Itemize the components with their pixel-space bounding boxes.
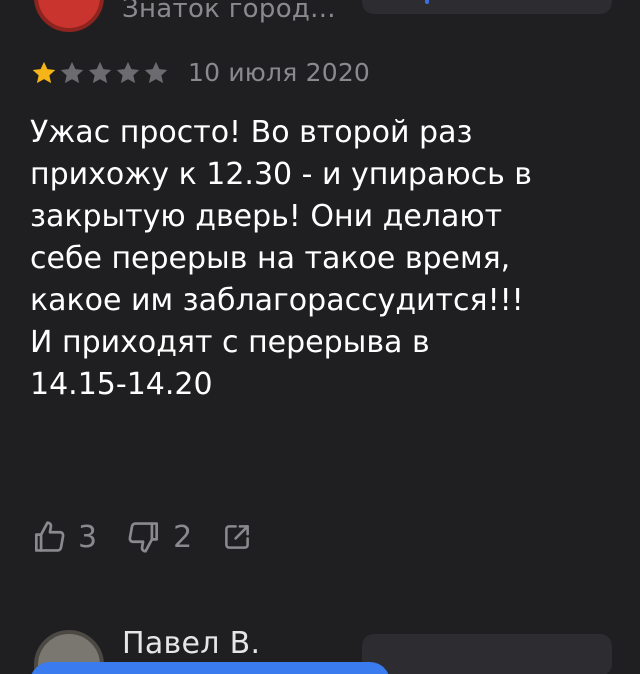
subscribe-button[interactable] [362, 0, 612, 14]
thumbs-down-icon [128, 522, 159, 553]
subscribe-button-mark [425, 0, 429, 4]
share-button[interactable] [220, 520, 254, 554]
like-button[interactable]: 3 [30, 518, 97, 556]
reviews-screen: Знаток город... 10 июля 2020 Ужас просто… [0, 0, 640, 674]
star-filled-icon [32, 61, 56, 83]
author-avatar[interactable] [34, 0, 104, 32]
share-icon [225, 525, 250, 549]
author-name[interactable]: Знаток город... [122, 0, 336, 24]
author-name[interactable]: Павел В. [122, 626, 260, 661]
thumbs-up-icon [34, 521, 65, 552]
star-empty-icon [116, 61, 140, 83]
review-date: 10 июля 2020 [188, 58, 371, 87]
rating-stars [30, 59, 170, 87]
review-actions: 3 2 [30, 518, 282, 556]
star-empty-icon [60, 61, 84, 83]
floating-action-button[interactable] [30, 662, 390, 674]
dislike-count: 2 [173, 519, 193, 555]
subscribe-button[interactable] [362, 634, 612, 674]
star-empty-icon [88, 61, 112, 83]
like-count: 3 [78, 519, 98, 555]
star-empty-icon [144, 61, 168, 83]
review-text: Ужас просто! Во второй раз прихожу к 12.… [30, 115, 532, 402]
rating-row: 10 июля 2020 [30, 58, 370, 87]
dislike-button[interactable]: 2 [125, 518, 192, 556]
